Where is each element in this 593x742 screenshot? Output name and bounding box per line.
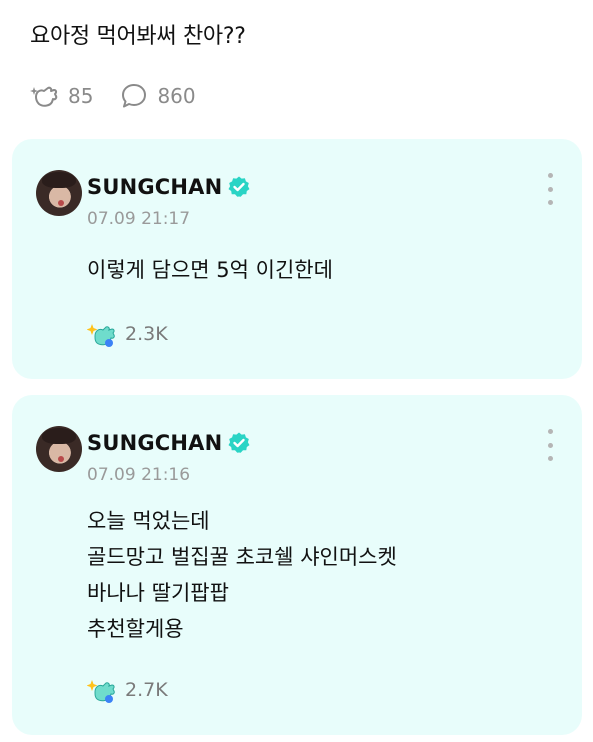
- avatar[interactable]: [36, 170, 82, 216]
- verified-badge-icon: [228, 176, 250, 197]
- reply-line: 골드망고 벌집꿀 초코쉘 샤인머스켓: [87, 545, 397, 569]
- sparkle-hand-icon: [30, 86, 58, 107]
- speech-bubble-icon: [122, 84, 147, 108]
- reply-card[interactable]: SUNGCHAN 07.09 21:17 이렇게 담으면 5억 이긴한데 2.3…: [12, 139, 582, 379]
- verified-badge-icon: [228, 432, 250, 453]
- comments-count: 860: [157, 84, 196, 108]
- reaction-button[interactable]: 2.7K: [87, 675, 168, 705]
- likes-count: 85: [68, 84, 94, 108]
- post-title: 요아정 먹어봐써 찬아??: [30, 24, 246, 49]
- sparkle-hand-icon: [87, 324, 115, 347]
- reply-line: 오늘 먹었는데: [87, 509, 210, 533]
- author-row: SUNGCHAN: [87, 431, 251, 455]
- reply-line: 이렇게 담으면 5억 이긴한데: [87, 258, 333, 282]
- author-name[interactable]: SUNGCHAN: [87, 431, 222, 455]
- reply-line: 바나나 딸기팝팝: [87, 581, 229, 605]
- author-name[interactable]: SUNGCHAN: [87, 175, 222, 199]
- timestamp: 07.09 21:17: [87, 209, 191, 229]
- sparkle-hand-icon: [87, 680, 115, 703]
- reaction-button[interactable]: 2.3K: [87, 319, 168, 349]
- reply-card[interactable]: SUNGCHAN 07.09 21:16 오늘 먹었는데 골드망고 벌집꿀 초코…: [12, 395, 582, 735]
- avatar[interactable]: [36, 426, 82, 472]
- reply-body: 오늘 먹었는데 골드망고 벌집꿀 초코쉘 샤인머스켓 바나나 딸기팝팝 추천할게…: [87, 503, 397, 647]
- reaction-count: 2.7K: [125, 679, 168, 701]
- reply-line: 추천할게용: [87, 617, 184, 641]
- author-row: SUNGCHAN: [87, 175, 251, 199]
- comments-stat[interactable]: 860: [119, 81, 196, 111]
- more-options-icon[interactable]: [542, 429, 558, 461]
- more-options-icon[interactable]: [542, 173, 558, 205]
- reply-body: 이렇게 담으면 5억 이긴한데: [87, 252, 333, 288]
- post-stats: 85 860: [30, 80, 222, 112]
- likes-stat[interactable]: 85: [30, 81, 93, 111]
- reaction-count: 2.3K: [125, 323, 168, 345]
- timestamp: 07.09 21:16: [87, 465, 191, 485]
